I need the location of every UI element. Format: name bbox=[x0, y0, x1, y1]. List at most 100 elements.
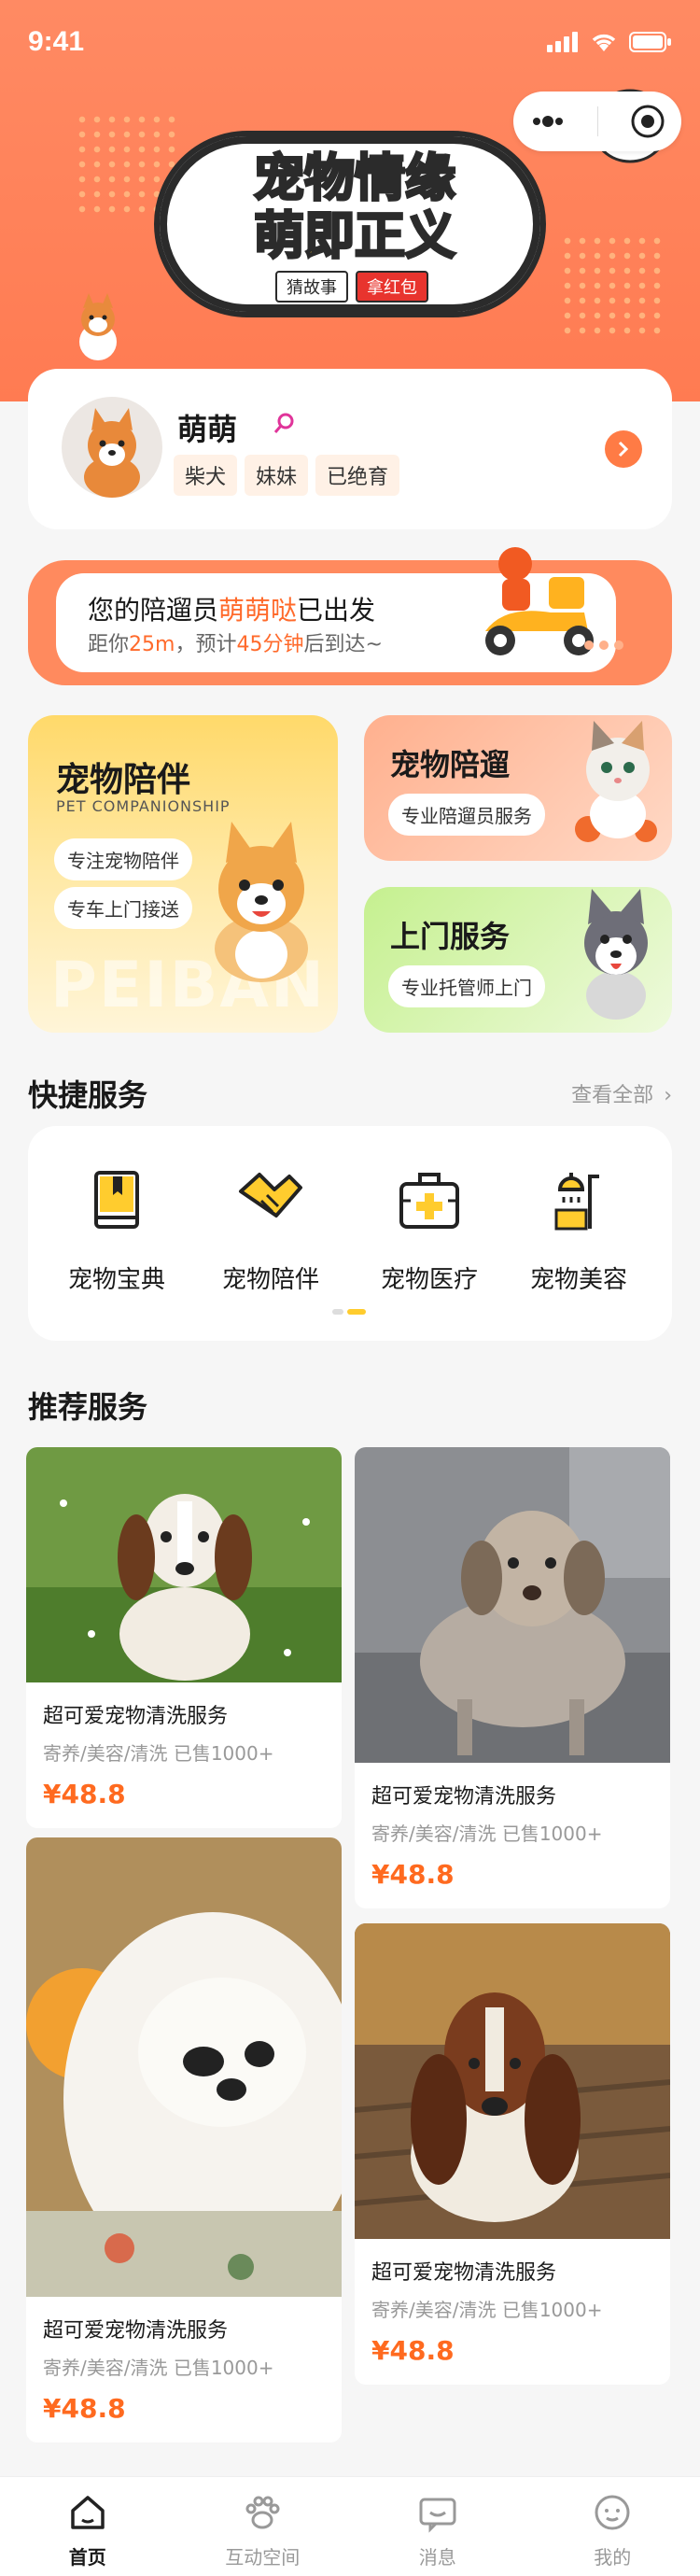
capsule-divider bbox=[596, 106, 598, 136]
product-card[interactable]: 超可爱宠物清洗服务 寄养/美容/清洗 已售1000+ ¥48.8 bbox=[26, 1837, 342, 2442]
tab-home[interactable]: 首页 bbox=[0, 2477, 175, 2576]
service-companion-subtitle: PET COMPANIONSHIP bbox=[56, 797, 231, 815]
wifi-icon bbox=[592, 34, 616, 51]
pekingese-photo bbox=[26, 1837, 342, 2297]
corgi-illustration-icon bbox=[215, 822, 308, 982]
signal-icon bbox=[547, 32, 578, 52]
service-companion-title: 宠物陪伴 bbox=[56, 761, 191, 799]
product-name: 超可爱宠物清洗服务 bbox=[371, 1785, 557, 1809]
tab-label: 首页 bbox=[68, 2546, 106, 2569]
more-icon[interactable] bbox=[529, 115, 567, 128]
cat-illustration-icon bbox=[575, 721, 657, 842]
quick-item-companion[interactable]: 宠物陪伴 bbox=[201, 1163, 341, 1295]
product-meta: 寄养/美容/清洗 已售1000+ bbox=[43, 2357, 274, 2379]
product-price: ¥48.8 bbox=[371, 2335, 455, 2366]
tab-profile[interactable]: 我的 bbox=[525, 2477, 700, 2576]
pet-avatar[interactable] bbox=[62, 397, 162, 498]
service-companion-pill: 专注宠物陪伴 bbox=[54, 838, 192, 880]
tab-label: 消息 bbox=[418, 2546, 456, 2569]
walker-distance: 25m bbox=[129, 633, 175, 656]
quick-item-label: 宠物陪伴 bbox=[221, 1266, 319, 1294]
quick-item-label: 宠物宝典 bbox=[67, 1266, 165, 1294]
basset-hound-photo bbox=[355, 1923, 670, 2239]
recommended-title: 推荐服务 bbox=[28, 1389, 148, 1425]
beagle-puppy-photo bbox=[26, 1447, 342, 1682]
service-companion-pill: 专车上门接送 bbox=[54, 887, 192, 929]
corgi-illustration-icon bbox=[79, 293, 117, 360]
service-walking-pill: 专业陪遛员服务 bbox=[388, 794, 545, 836]
book-icon bbox=[94, 1171, 139, 1229]
pet-profile-card[interactable]: 萌萌 柴犬 妹妹 已绝育 bbox=[28, 369, 672, 529]
product-price: ¥48.8 bbox=[371, 1859, 455, 1890]
page-indicator bbox=[332, 1309, 366, 1315]
banner-tag: 拿红包 bbox=[356, 271, 428, 303]
walker-eta: 45分钟 bbox=[236, 633, 304, 656]
walker-name: 萌萌哒 bbox=[218, 595, 298, 626]
product-meta: 寄养/美容/清洗 已售1000+ bbox=[43, 1742, 274, 1765]
battery-icon bbox=[629, 32, 671, 52]
status-time: 9:41 bbox=[28, 26, 85, 57]
female-gender-icon bbox=[273, 413, 294, 433]
decor-dots bbox=[560, 233, 663, 336]
product-meta: 寄养/美容/清洗 已售1000+ bbox=[371, 2299, 603, 2321]
walker-status-subtitle: 距你25m，预计45分钟后到达~ bbox=[88, 633, 383, 656]
product-card[interactable]: 超可爱宠物清洗服务 寄养/美容/清洗 已售1000+ ¥48.8 bbox=[355, 1923, 670, 2385]
profile-icon bbox=[595, 2495, 630, 2530]
walker-status-card[interactable]: 您的陪遛员萌萌哒已出发 距你25m，预计45分钟后到达~ bbox=[28, 547, 672, 685]
profile-arrow-button[interactable] bbox=[605, 430, 642, 468]
pet-name: 萌萌 bbox=[177, 412, 238, 447]
service-walking-title: 宠物陪遛 bbox=[390, 747, 511, 782]
home-icon bbox=[71, 2496, 105, 2529]
tab-messages[interactable]: 消息 bbox=[350, 2477, 525, 2576]
product-price: ¥48.8 bbox=[43, 2393, 126, 2424]
tab-bar: 首页 互动空间 消息 我的 bbox=[0, 2476, 700, 2576]
pet-tag-gender: 妹妹 bbox=[245, 455, 309, 496]
product-card[interactable]: 超可爱宠物清洗服务 寄养/美容/清洗 已售1000+ ¥48.8 bbox=[26, 1447, 342, 1828]
tab-interactive-space[interactable]: 互动空间 bbox=[175, 2477, 351, 2576]
pet-tag-breed: 柴犬 bbox=[174, 455, 238, 496]
product-card[interactable]: 超可爱宠物清洗服务 寄养/美容/清洗 已售1000+ ¥48.8 bbox=[355, 1447, 670, 1908]
service-companion-card[interactable]: 宠物陪伴 PET COMPANIONSHIP 专注宠物陪伴 专车上门接送 PEI… bbox=[28, 715, 338, 1033]
quick-services-title: 快捷服务 bbox=[28, 1077, 148, 1113]
chevron-right-icon bbox=[618, 441, 629, 457]
message-icon bbox=[419, 2498, 456, 2533]
quick-item-label: 宠物美容 bbox=[529, 1266, 627, 1294]
mini-program-capsule bbox=[513, 91, 681, 151]
see-all-link[interactable]: 查看全部 › bbox=[571, 1078, 672, 1108]
product-image bbox=[26, 1837, 342, 2297]
quick-item-grooming[interactable]: 宠物美容 bbox=[509, 1163, 649, 1295]
more-dots-icon bbox=[584, 640, 623, 650]
quick-item-medical[interactable]: 宠物医疗 bbox=[359, 1163, 499, 1295]
pet-tags: 柴犬 妹妹 已绝育 bbox=[174, 455, 400, 496]
product-price: ¥48.8 bbox=[43, 1779, 126, 1809]
service-home-title: 上门服务 bbox=[390, 919, 511, 954]
medical-kit-icon bbox=[399, 1173, 459, 1229]
product-name: 超可爱宠物清洗服务 bbox=[371, 2261, 557, 2285]
product-name: 超可爱宠物清洗服务 bbox=[43, 2319, 229, 2343]
banner-tag: 猜故事 bbox=[275, 271, 348, 303]
status-icons bbox=[547, 32, 672, 52]
banner-tags: 猜故事 拿红包 bbox=[275, 271, 428, 303]
service-walking-card[interactable]: 宠物陪遛 专业陪遛员服务 bbox=[364, 715, 672, 861]
service-home-card[interactable]: 上门服务 专业托管师上门 bbox=[364, 887, 672, 1033]
handshake-icon bbox=[239, 1173, 302, 1218]
husky-illustration-icon bbox=[584, 889, 648, 1020]
quick-item-handbook[interactable]: 宠物宝典 bbox=[47, 1163, 187, 1295]
walker-status-title: 您的陪遛员萌萌哒已出发 bbox=[88, 595, 376, 626]
shower-icon bbox=[554, 1173, 599, 1231]
product-name: 超可爱宠物清洗服务 bbox=[43, 1705, 229, 1728]
corgi-avatar-icon bbox=[84, 408, 140, 498]
close-mini-program-icon[interactable] bbox=[629, 103, 666, 140]
paw-icon bbox=[245, 2496, 280, 2529]
service-home-pill: 专业托管师上门 bbox=[388, 965, 545, 1007]
quick-services-card: 宠物宝典 宠物陪伴 宠物医疗 宠物美容 bbox=[28, 1126, 672, 1341]
tab-label: 互动空间 bbox=[225, 2546, 301, 2569]
product-meta: 寄养/美容/清洗 已售1000+ bbox=[371, 1823, 603, 1845]
product-image bbox=[26, 1447, 342, 1682]
status-bar: 9:41 bbox=[0, 0, 700, 84]
product-image bbox=[355, 1447, 670, 1763]
quick-item-label: 宠物医疗 bbox=[380, 1266, 478, 1294]
banner-title: 宠物情缘 萌即正义 bbox=[253, 148, 457, 266]
product-image bbox=[355, 1923, 670, 2239]
wet-terrier-photo bbox=[355, 1447, 670, 1763]
